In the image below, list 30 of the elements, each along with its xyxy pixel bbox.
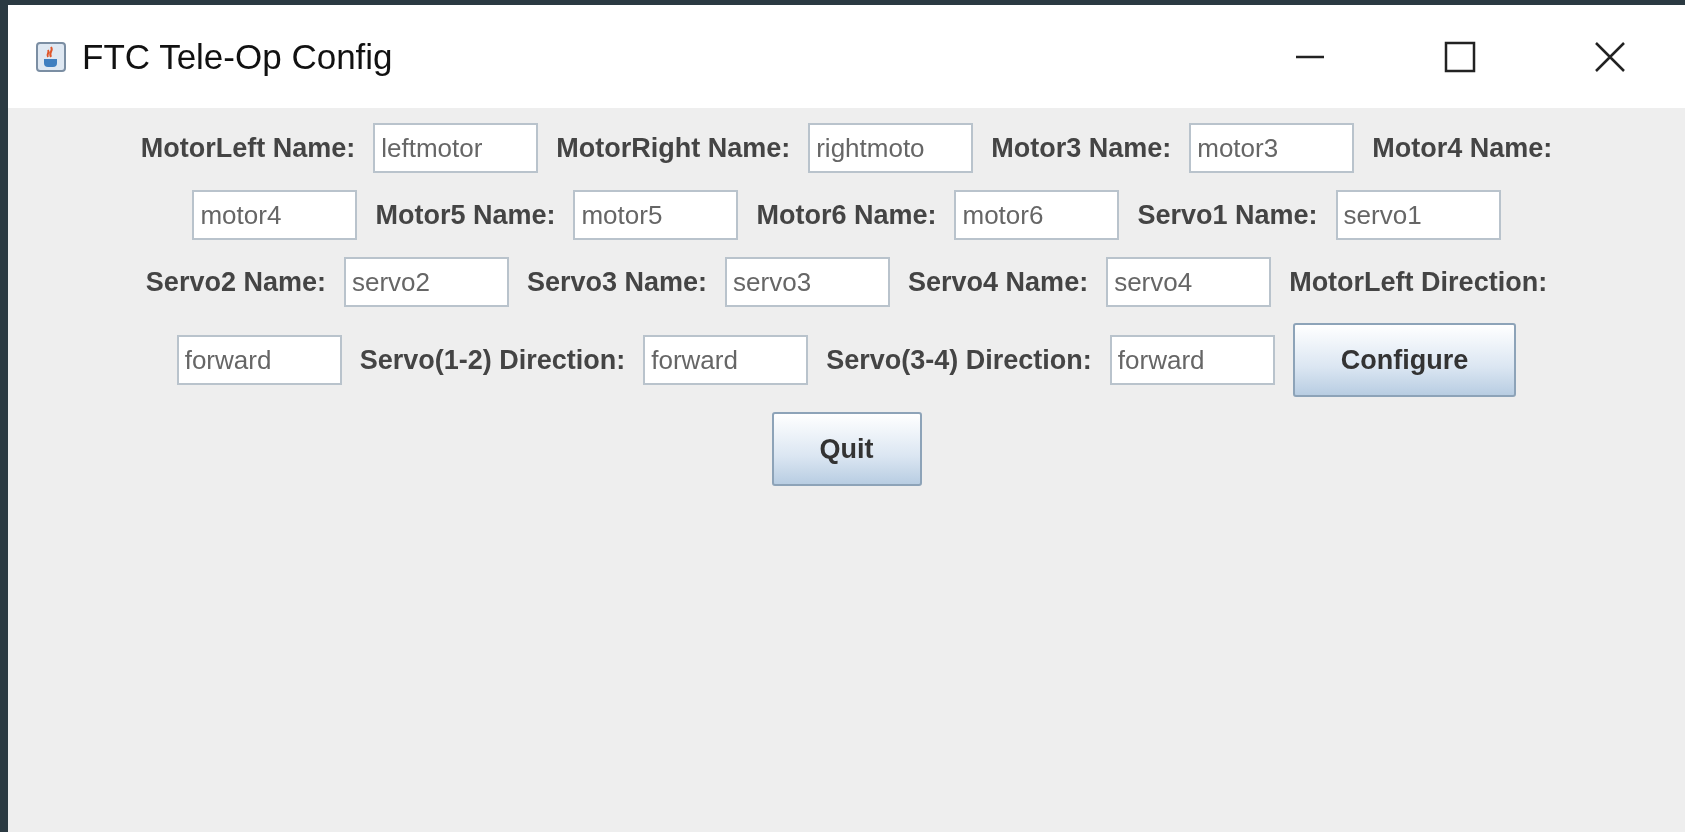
input-field[interactable]: motor3 — [1189, 123, 1355, 173]
field-label: MotorLeft Name: — [140, 132, 356, 164]
input-field[interactable]: servo3 — [725, 257, 891, 307]
input-field[interactable]: servo4 — [1106, 257, 1272, 307]
action-button[interactable]: Quit — [771, 412, 922, 486]
window-title: FTC Tele-Op Config — [82, 36, 394, 77]
field-label: Servo1 Name: — [1137, 199, 1318, 231]
action-button[interactable]: Configure — [1292, 323, 1517, 397]
field-label: Servo3 Name: — [526, 266, 708, 298]
input-field[interactable]: motor5 — [573, 190, 739, 240]
input-field[interactable]: rightmoto — [808, 123, 974, 173]
field-label: Servo2 Name: — [145, 266, 326, 298]
cup-icon — [36, 41, 66, 72]
input-field[interactable]: leftmotor — [373, 123, 539, 173]
field-label: Motor3 Name: — [991, 132, 1172, 164]
field-label: Motor6 Name: — [756, 199, 937, 231]
input-field[interactable]: forward — [176, 335, 342, 385]
field-label: MotorLeft Direction: — [1289, 266, 1548, 298]
field-label: Servo(1-2) Direction: — [359, 344, 626, 376]
field-label: Motor5 Name: — [375, 199, 556, 231]
field-label: MotorRight Name: — [556, 132, 791, 164]
input-field[interactable]: forward — [643, 335, 809, 385]
input-field[interactable]: servo2 — [343, 257, 509, 307]
field-label: Servo4 Name: — [908, 266, 1089, 298]
input-field[interactable]: forward — [1109, 335, 1275, 385]
input-field[interactable]: servo1 — [1335, 190, 1501, 240]
field-label: Motor4 Name: — [1372, 132, 1553, 164]
input-field[interactable]: motor6 — [954, 190, 1120, 240]
input-field[interactable]: motor4 — [192, 190, 358, 240]
field-label: Servo(3-4) Direction: — [826, 344, 1092, 376]
